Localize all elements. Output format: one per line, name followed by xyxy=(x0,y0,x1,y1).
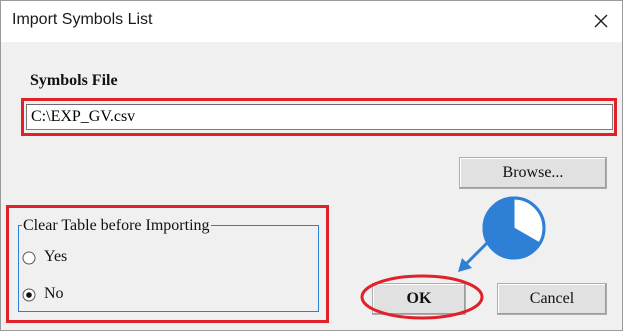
radio-no-label[interactable]: No xyxy=(44,285,64,303)
radio-selected-icon xyxy=(22,288,36,302)
browse-button[interactable]: Browse... xyxy=(459,157,607,189)
cancel-button[interactable]: Cancel xyxy=(497,283,607,315)
radio-yes-label[interactable]: Yes xyxy=(44,248,67,266)
ok-button[interactable]: OK xyxy=(372,283,466,315)
radio-unselected-icon xyxy=(22,251,36,265)
title-bar: Import Symbols List xyxy=(1,1,622,42)
close-icon xyxy=(594,14,608,28)
radio-yes[interactable] xyxy=(22,250,36,265)
dialog-title: Import Symbols List xyxy=(12,11,153,28)
symbols-file-input[interactable] xyxy=(27,105,612,129)
close-button[interactable] xyxy=(588,8,614,34)
symbols-file-field[interactable] xyxy=(26,104,613,130)
symbols-file-label: Symbols File xyxy=(30,72,118,89)
clear-table-legend: Clear Table before Importing xyxy=(22,217,211,235)
radio-no[interactable] xyxy=(22,287,36,302)
